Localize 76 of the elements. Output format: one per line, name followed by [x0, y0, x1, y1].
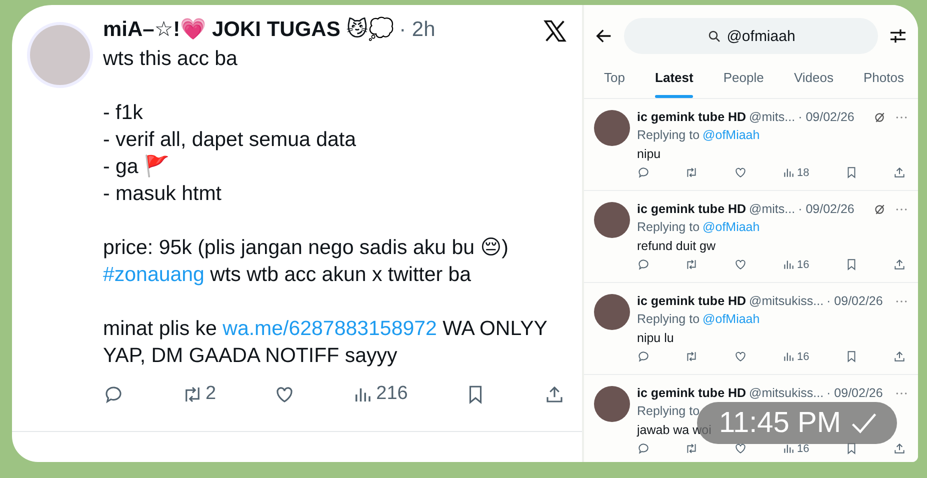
post-date: · 09/02/26: [826, 386, 883, 400]
tweet-text: minat plis ke wa.me/6287883158972 WA ONLYY YAP, DM GAADA NOTIFF sayyy: [103, 316, 548, 369]
post-date: · 09/02/26: [826, 294, 883, 308]
repost-icon[interactable]: [685, 258, 698, 271]
like-icon[interactable]: [734, 350, 747, 363]
avatar: [594, 202, 630, 238]
avatar: [30, 25, 90, 85]
reply-icon[interactable]: [637, 166, 650, 179]
tab[interactable]: Photos: [864, 60, 904, 98]
repost-icon[interactable]: [685, 442, 698, 455]
tab[interactable]: People: [723, 60, 764, 98]
tab[interactable]: Top: [604, 60, 625, 98]
author-handle: @mitsukiss...: [749, 386, 824, 400]
tweet-text: wts this acc ba: [103, 46, 238, 72]
repost-icon[interactable]: [685, 166, 698, 179]
reply-icon[interactable]: [637, 350, 650, 363]
author-name[interactable]: ic gemink tube HD: [637, 110, 746, 124]
views-icon[interactable]: [782, 166, 796, 179]
x-logo-icon: [542, 18, 568, 44]
views-icon[interactable]: [782, 442, 796, 455]
replying-label: Replying to: [637, 220, 700, 234]
author-name[interactable]: ic gemink tube HD: [637, 202, 746, 216]
reply-text: nipu lu: [637, 330, 674, 347]
view-count: 16: [797, 442, 810, 454]
slashed-circle-icon[interactable]: [873, 202, 886, 216]
count: 216: [376, 383, 408, 405]
author-name[interactable]: ic gemink tube HD: [637, 386, 746, 400]
post-time: · 2h: [399, 18, 436, 42]
tweet-text: #zonauang wts wtb acc akun x twitter ba: [103, 262, 472, 288]
share-icon[interactable]: [544, 384, 565, 404]
view-count: 18: [797, 166, 810, 178]
avatar: [594, 386, 630, 422]
author-handle: @mits...: [749, 110, 796, 124]
more-icon[interactable]: [895, 298, 908, 304]
more-icon[interactable]: [895, 206, 908, 212]
share-icon[interactable]: [892, 442, 906, 455]
more-icon[interactable]: [895, 390, 908, 396]
share-icon[interactable]: [892, 166, 906, 179]
views-icon[interactable]: [782, 350, 796, 363]
tweet-text: - f1k: [103, 100, 144, 126]
replying-label: Replying to: [637, 404, 700, 418]
like-icon[interactable]: [734, 258, 747, 271]
author-handle: @mits...: [749, 202, 796, 216]
reply-text: refund duit gw: [637, 238, 716, 255]
reply-icon[interactable]: [637, 442, 650, 455]
tab[interactable]: Latest: [655, 60, 694, 98]
post-date: · 09/02/26: [798, 110, 854, 124]
views-icon[interactable]: [782, 258, 796, 271]
repost-icon[interactable]: [685, 350, 698, 363]
reply-icon[interactable]: [637, 258, 650, 271]
tweet-text: - ga 🚩: [103, 154, 172, 180]
reply-icon[interactable]: [103, 384, 124, 404]
replying-label: Replying to: [637, 312, 700, 326]
tweet-text: price: 95k (plis jangan nego sadis aku bu 😔): [103, 235, 510, 261]
tweet-text: - masuk htmt: [103, 181, 222, 207]
post-date: · 09/02/26: [798, 202, 854, 216]
tweet-text: - verif all, dapet semua data: [103, 127, 357, 153]
view-count: 16: [797, 350, 810, 362]
like-icon[interactable]: [734, 166, 747, 179]
count: 2: [206, 383, 216, 405]
like-icon[interactable]: [734, 442, 747, 455]
author-name[interactable]: miA–☆!💗 JOKI TUGAS 😼💭: [103, 17, 394, 42]
author-name[interactable]: ic gemink tube HD: [637, 294, 746, 308]
tab[interactable]: Videos: [794, 60, 834, 98]
replying-label: Replying to: [637, 128, 700, 142]
reply-text: nipu: [637, 146, 661, 163]
author-handle: @mitsukiss...: [749, 294, 824, 308]
slashed-circle-icon[interactable]: [873, 110, 886, 124]
share-icon[interactable]: [892, 350, 906, 363]
search-field[interactable]: @ofmiaah: [624, 18, 878, 54]
search-icon: [706, 28, 722, 44]
avatar: [594, 110, 630, 146]
avatar: [594, 294, 630, 330]
view-count: 16: [797, 258, 810, 270]
share-icon[interactable]: [892, 258, 906, 271]
more-icon[interactable]: [895, 114, 908, 120]
